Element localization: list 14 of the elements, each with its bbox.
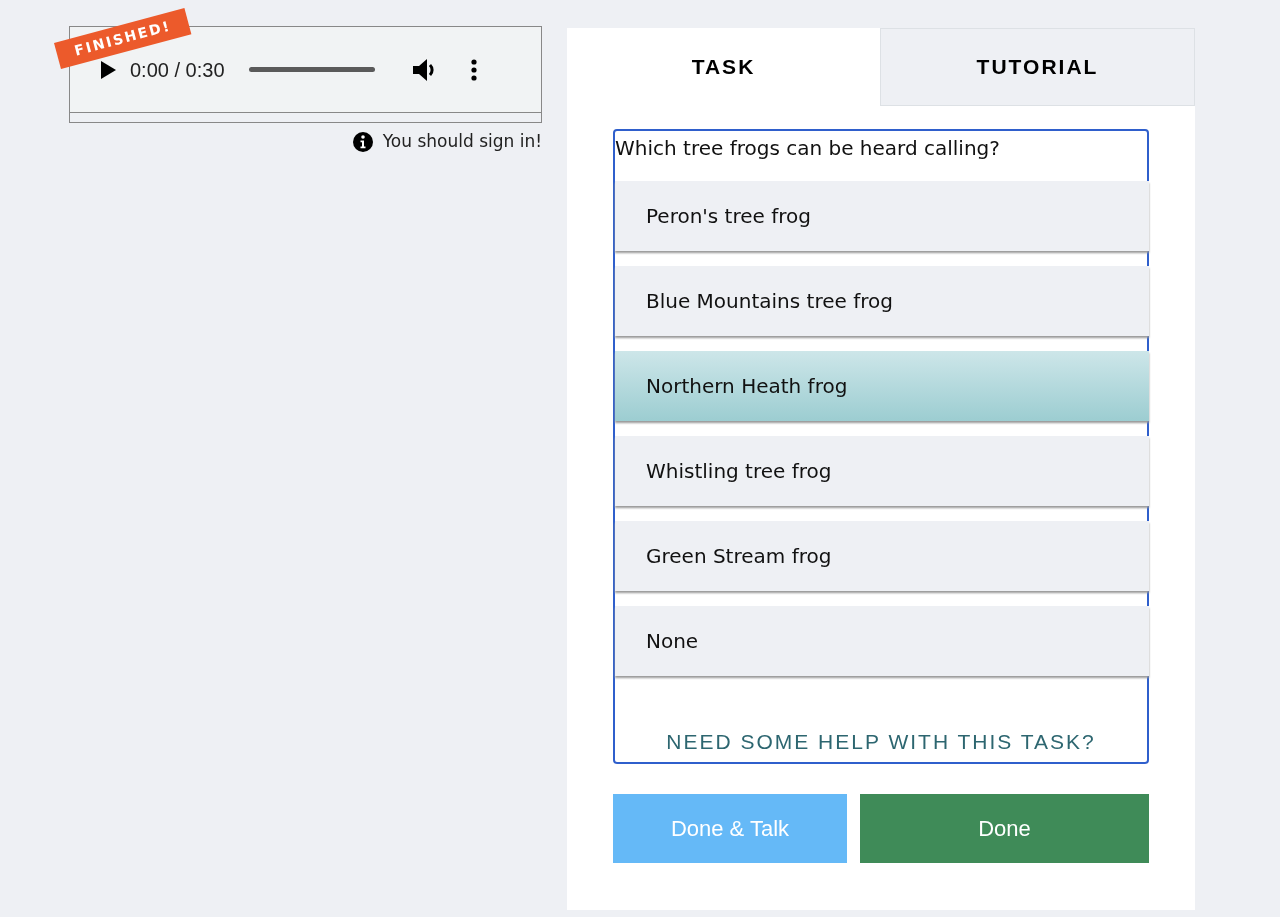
question-text: Which tree frogs can be heard calling? [615,135,1001,162]
play-icon[interactable] [100,60,116,79]
answer-option[interactable]: Whistling tree frog [615,436,1149,506]
sign-in-notice: You should sign in! [382,130,542,153]
tab[interactable]: TUTORIAL [880,28,1195,106]
answer-option[interactable]: None [615,606,1149,676]
answer-option[interactable]: Peron's tree frog [615,181,1149,251]
done-button[interactable]: Done [860,794,1149,863]
answer-option[interactable]: Blue Mountains tree frog [615,266,1149,336]
more-options-icon[interactable] [470,58,477,81]
answer-option[interactable]: Northern Heath frog [615,351,1149,421]
info-icon [352,131,373,152]
answer-option[interactable]: Green Stream frog [615,521,1149,591]
help-link[interactable]: NEED SOME HELP WITH THIS TASK? [615,724,1147,758]
